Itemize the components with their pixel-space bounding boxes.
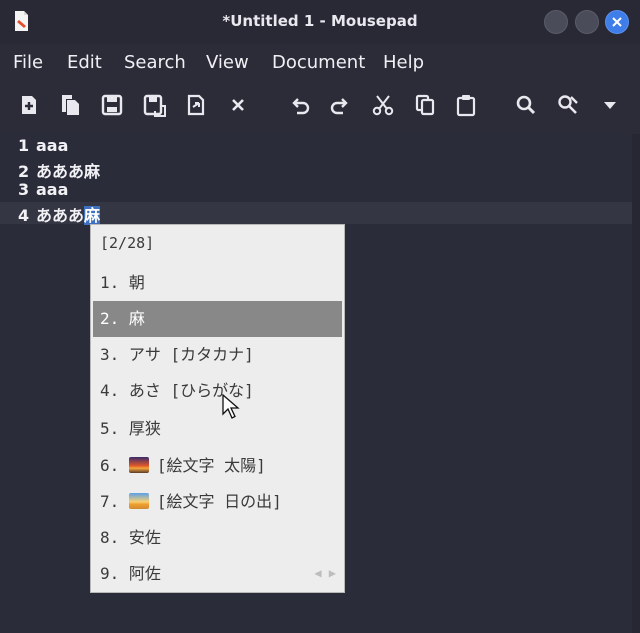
redo-icon (330, 98, 348, 115)
candidate-item[interactable]: 6. [絵文字 太陽] (93, 448, 342, 484)
line-text: あああ (36, 206, 85, 225)
copy-icon (415, 94, 435, 116)
cut-button[interactable] (370, 92, 396, 118)
revert-icon (187, 94, 205, 116)
minimize-button[interactable] (544, 10, 568, 34)
candidate-pager-arrows[interactable]: ◀ ▶ (314, 566, 336, 580)
save-button[interactable] (99, 92, 125, 118)
candidate-index: 9. (100, 564, 120, 583)
close-document-icon (232, 99, 244, 111)
line-text: あああ麻 (36, 162, 101, 181)
redo-button[interactable] (327, 92, 353, 118)
new-window-icon (62, 95, 79, 115)
menu-view[interactable]: View (206, 52, 249, 73)
ime-candidate-popup: [2/28] 1. 朝 2. 麻 3. アサ [カタカナ] 4. あさ [ひらが… (90, 224, 345, 593)
cut-icon (372, 95, 394, 116)
new-document-button[interactable] (16, 92, 42, 118)
candidate-item-selected[interactable]: 2. 麻 (93, 301, 342, 337)
candidate-text: 安佐 (128, 528, 161, 547)
save-as-icon (143, 94, 166, 117)
revert-button[interactable] (183, 92, 209, 118)
find-replace-button[interactable] (555, 92, 581, 118)
candidate-index: 2. (100, 309, 120, 328)
line-number: 1 (18, 136, 30, 155)
maximize-button[interactable] (575, 10, 599, 34)
new-window-button[interactable] (57, 92, 83, 118)
candidate-item[interactable]: 8. 安佐 (93, 520, 342, 556)
candidate-item[interactable]: 3. アサ [カタカナ] (93, 337, 342, 373)
mousepad-window: *Untitled 1 - Mousepad File Edit Search … (0, 0, 640, 633)
menu-file[interactable]: File (13, 52, 43, 73)
undo-button[interactable] (287, 92, 313, 118)
line-text: aaa (36, 180, 69, 199)
candidate-index: 1. (100, 273, 120, 292)
ime-preedit-text: 麻 (84, 206, 101, 225)
close-icon (612, 17, 622, 27)
paste-icon (456, 95, 476, 117)
editor-scrollbar[interactable] (632, 134, 640, 633)
menu-document[interactable]: Document (272, 52, 365, 73)
candidate-text: [絵文字 太陽] (156, 456, 266, 475)
candidate-index: 7. (100, 492, 120, 511)
candidate-text: 阿佐 (128, 564, 161, 583)
title-bar[interactable]: *Untitled 1 - Mousepad (0, 0, 640, 44)
mouse-pointer-icon (222, 394, 240, 419)
sunset-emoji-icon (128, 457, 149, 473)
paste-button[interactable] (453, 92, 479, 118)
save-icon (101, 94, 123, 116)
toolbar-overflow-button[interactable] (597, 92, 623, 118)
line-number: 2 (18, 162, 30, 181)
menu-bar: File Edit Search View Document Help (0, 44, 640, 80)
line-number: 3 (18, 180, 30, 199)
editor-current-line[interactable]: 4 あああ麻 (0, 202, 632, 225)
line-text: aaa (36, 136, 69, 155)
candidate-item[interactable]: 1. 朝 (93, 265, 342, 301)
candidate-page-indicator: [2/28] (100, 234, 155, 252)
candidate-item[interactable]: 9. 阿佐 (93, 556, 342, 592)
candidate-index: 6. (100, 456, 120, 475)
undo-icon (292, 98, 310, 115)
new-document-icon (22, 96, 36, 114)
candidate-index: 4. (100, 381, 120, 400)
close-window-button[interactable] (605, 10, 629, 34)
menu-edit[interactable]: Edit (67, 52, 102, 73)
candidate-item[interactable]: 7. [絵文字 日の出] (93, 484, 342, 520)
editor-line[interactable]: 3 aaa (18, 180, 68, 202)
candidate-text: [絵文字 日の出] (156, 492, 282, 511)
find-replace-icon (558, 95, 578, 114)
candidate-index: 5. (100, 419, 120, 438)
overflow-dropdown-icon (604, 102, 616, 109)
find-button[interactable] (513, 92, 539, 118)
editor-line[interactable]: 1 aaa (18, 136, 68, 158)
candidate-item[interactable]: 4. あさ [ひらがな] (93, 373, 342, 409)
line-number: 4 (18, 206, 30, 225)
close-document-button[interactable] (225, 92, 251, 118)
candidate-text: 厚狭 (128, 419, 161, 438)
sunrise-emoji-icon (128, 493, 149, 509)
candidate-text: アサ [カタカナ] (128, 345, 254, 364)
menu-help[interactable]: Help (383, 52, 424, 73)
toolbar (0, 84, 640, 128)
candidate-text: 朝 (128, 273, 145, 292)
candidate-text: 麻 (128, 309, 145, 328)
menu-search[interactable]: Search (124, 52, 186, 73)
candidate-index: 3. (100, 345, 120, 364)
find-icon (516, 95, 536, 115)
candidate-item[interactable]: 5. 厚狭 (93, 411, 342, 447)
editor-line[interactable]: 2 あああ麻 (18, 158, 101, 181)
save-as-button[interactable] (141, 92, 167, 118)
candidate-index: 8. (100, 528, 120, 547)
copy-button[interactable] (412, 92, 438, 118)
